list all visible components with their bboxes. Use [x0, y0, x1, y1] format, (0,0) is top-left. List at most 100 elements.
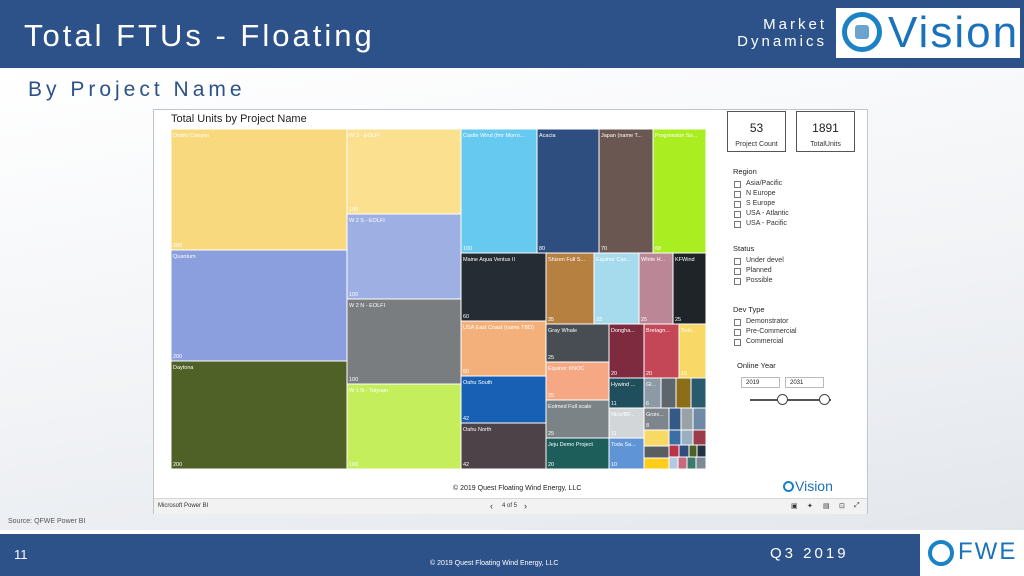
- treemap-tile[interactable]: [346, 298, 462, 385]
- treemap-tile-small[interactable]: [643, 429, 670, 447]
- treemap-tile[interactable]: [346, 383, 462, 470]
- kpi-label: Project Count: [735, 141, 778, 148]
- region-slicer: Region Asia/Pacific N Europe S Europe US…: [733, 167, 789, 229]
- treemap-tile[interactable]: [460, 252, 547, 322]
- tile-value: 25: [548, 393, 554, 399]
- year-from-input[interactable]: 2019: [741, 377, 780, 388]
- slicer-item[interactable]: Possible: [733, 276, 784, 286]
- checkbox-icon[interactable]: [734, 318, 741, 326]
- power-bi-footer-bar: Microsoft Power BI ‹ 4 of 5 › ▣ ✦ ▤ ⊡ ⤢: [154, 498, 867, 514]
- tile-label: Equinor Can...: [596, 257, 632, 263]
- fit-to-page-icon[interactable]: ⊡: [839, 502, 845, 510]
- slicer-item[interactable]: USA - Pacific: [733, 219, 789, 229]
- linkedin-share-icon[interactable]: ▣: [791, 502, 798, 510]
- checkbox-icon[interactable]: [734, 277, 741, 285]
- treemap-tile-small[interactable]: [686, 456, 697, 470]
- tile-value: 25: [675, 317, 681, 323]
- slicer-item[interactable]: S Europe: [733, 199, 789, 209]
- kpi-project-count: 53 Project Count: [727, 111, 786, 152]
- tile-value: 100: [349, 377, 358, 383]
- treemap-tile-small[interactable]: [690, 377, 707, 409]
- slicer-item[interactable]: Demonstrator: [733, 317, 797, 327]
- kpi-value: 53: [749, 121, 764, 135]
- treemap-tile-small[interactable]: [695, 456, 707, 470]
- slicer-item[interactable]: USA - Atlantic: [733, 209, 789, 219]
- treemap-tile-small[interactable]: [680, 407, 694, 431]
- treemap-tile[interactable]: [346, 128, 462, 215]
- checkbox-icon[interactable]: [734, 210, 741, 218]
- treemap-tile-small[interactable]: [668, 444, 680, 458]
- treemap-tile-small[interactable]: [643, 445, 670, 459]
- treemap-tile[interactable]: [170, 128, 348, 251]
- treemap-tile[interactable]: [346, 213, 462, 300]
- treemap-tile[interactable]: [170, 360, 348, 470]
- slicer-item[interactable]: Under devel: [733, 256, 784, 266]
- tile-label: W 2 S - EOLFI: [349, 218, 385, 224]
- year-slider-start-handle[interactable]: [777, 394, 788, 405]
- tile-value: 200: [173, 462, 182, 468]
- treemap-tile[interactable]: [598, 128, 654, 254]
- tile-label: Japan (name T...: [601, 133, 642, 139]
- tile-value: 11: [611, 401, 617, 407]
- year-slider-end-handle[interactable]: [819, 394, 830, 405]
- tile-value: 100: [349, 462, 358, 468]
- previous-page-icon[interactable]: ‹: [490, 501, 493, 511]
- treemap-tile-small[interactable]: [692, 429, 707, 446]
- treemap-tile-small[interactable]: [678, 444, 690, 458]
- tile-label: Oahu South: [463, 380, 492, 386]
- checkbox-icon[interactable]: [734, 267, 741, 275]
- checkbox-icon[interactable]: [734, 190, 741, 198]
- treemap-tile-small[interactable]: [643, 457, 670, 470]
- treemap-tile-small[interactable]: [668, 456, 679, 470]
- treemap-tile-small[interactable]: [688, 444, 698, 458]
- treemap-tile-small[interactable]: [668, 407, 682, 431]
- report-vision-logo: Vision: [783, 478, 833, 494]
- checkbox-icon[interactable]: [734, 200, 741, 208]
- facebook-share-icon[interactable]: ▤: [823, 502, 830, 510]
- tile-value: 42: [463, 416, 469, 422]
- tile-value: 6: [646, 401, 649, 407]
- checkbox-icon[interactable]: [734, 180, 741, 188]
- tile-label: Eolmed Full scale: [548, 404, 591, 410]
- kpi-label: TotalUnits: [810, 141, 841, 148]
- treemap-tile[interactable]: [536, 128, 600, 254]
- kpi-total-units: 1891 TotalUnits: [796, 111, 855, 152]
- treemap-tile[interactable]: [652, 128, 707, 254]
- treemap-tile-small[interactable]: [660, 377, 677, 409]
- treemap-tile[interactable]: [638, 252, 674, 325]
- treemap-tile-small[interactable]: [680, 429, 694, 446]
- twitter-share-icon[interactable]: ✦: [807, 502, 813, 510]
- slicer-item[interactable]: Commercial: [733, 337, 797, 347]
- slicer-item[interactable]: Asia/Pacific: [733, 179, 789, 189]
- treemap-tile-small[interactable]: [677, 456, 688, 470]
- checkbox-icon[interactable]: [734, 257, 741, 265]
- treemap-tile[interactable]: [170, 249, 348, 362]
- treemap-tile-small[interactable]: [668, 429, 682, 446]
- tile-label: Dongha...: [611, 328, 635, 334]
- checkbox-icon[interactable]: [734, 328, 741, 336]
- slicer-item[interactable]: N Europe: [733, 189, 789, 199]
- slicer-item[interactable]: Planned: [733, 266, 784, 276]
- slicer-item[interactable]: Pre-Commercial: [733, 327, 797, 337]
- tile-value: 100: [463, 246, 472, 252]
- tile-value: 35: [548, 317, 554, 323]
- treemap-tile[interactable]: [460, 128, 538, 254]
- checkbox-icon[interactable]: [734, 220, 741, 228]
- tile-label: Shizen Full S...: [548, 257, 585, 263]
- tile-label: Acacia: [539, 133, 556, 139]
- year-to-input[interactable]: 2031: [785, 377, 824, 388]
- treemap-tile-small[interactable]: [696, 444, 707, 458]
- fullscreen-icon[interactable]: ⤢: [854, 502, 860, 510]
- tile-label: Quantum: [173, 254, 196, 260]
- treemap-tile-small[interactable]: [675, 377, 692, 409]
- treemap-tile-small[interactable]: [692, 407, 707, 431]
- tile-value: 10: [611, 462, 617, 468]
- slide-footer-bar: [0, 534, 1024, 576]
- treemap-tile[interactable]: [672, 252, 707, 325]
- next-page-icon[interactable]: ›: [524, 501, 527, 511]
- treemap-tile[interactable]: [545, 252, 595, 325]
- checkbox-icon[interactable]: [734, 338, 741, 346]
- treemap-tile[interactable]: [593, 252, 640, 325]
- dev-type-slicer: Dev Type Demonstrator Pre-Commercial Com…: [733, 305, 797, 347]
- qfwe-logo: FWE: [920, 534, 1024, 576]
